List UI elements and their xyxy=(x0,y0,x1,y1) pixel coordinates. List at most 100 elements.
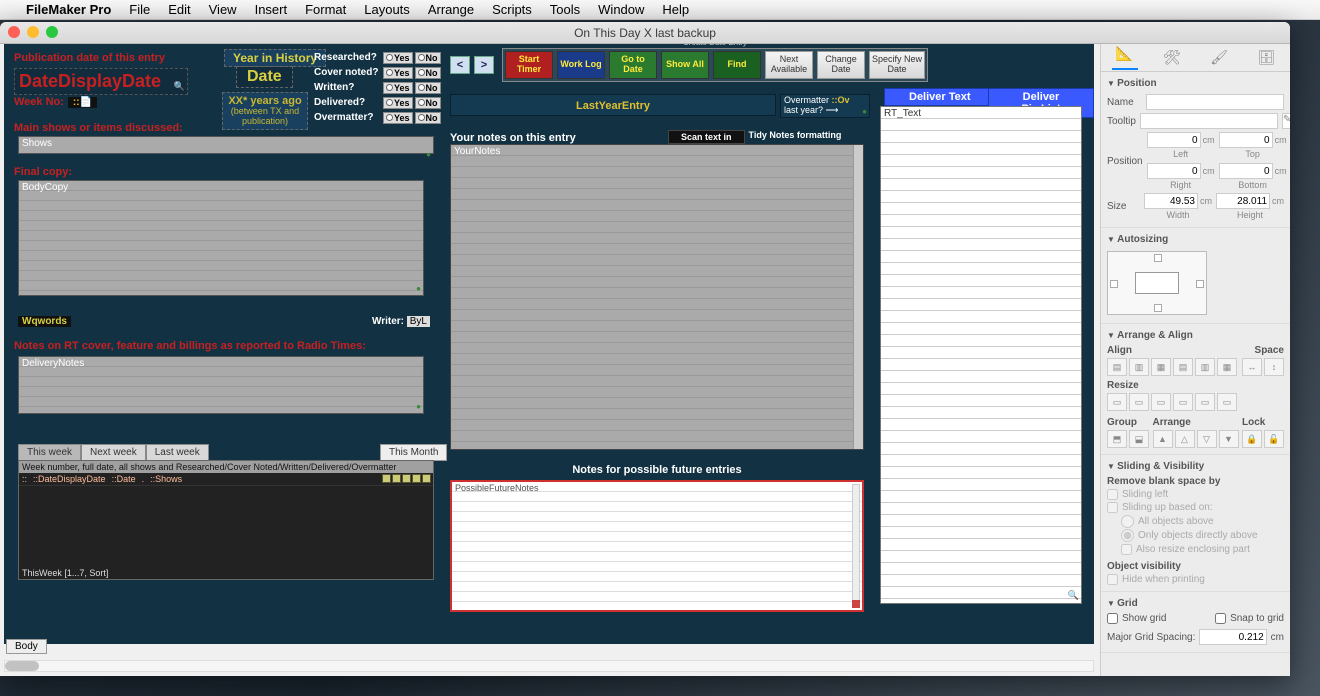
close-icon[interactable] xyxy=(8,26,20,38)
portal-tabs: This week Next week Last week xyxy=(18,444,209,460)
change-date-button[interactable]: Change Date xyxy=(817,51,865,79)
byline-field[interactable]: ByL xyxy=(407,316,430,327)
wrench-icon[interactable]: 🛠 xyxy=(1159,49,1185,66)
layout-canvas[interactable]: Publication date of this entry DateDispl… xyxy=(0,44,1100,676)
menu-layouts[interactable]: Layouts xyxy=(364,2,410,17)
status-researched: Researched?YesNo xyxy=(314,50,441,65)
status-overmatter: Overmatter?YesNo xyxy=(314,110,441,125)
menu-arrange[interactable]: Arrange xyxy=(428,2,474,17)
arrange-section-header[interactable]: Arrange & Align xyxy=(1107,328,1284,343)
tooltip-field[interactable] xyxy=(1140,113,1278,129)
group-buttons: ⬒⬓ xyxy=(1107,430,1149,448)
menu-view[interactable]: View xyxy=(209,2,237,17)
also-resize-checkbox[interactable]: Also resize enclosing part xyxy=(1121,544,1284,555)
left-input[interactable] xyxy=(1147,132,1201,148)
autosizing-section-header[interactable]: Autosizing xyxy=(1107,232,1284,247)
all-above-radio[interactable]: All objects above xyxy=(1121,515,1284,528)
status-cover: Cover noted?YesNo xyxy=(314,65,441,80)
find-button[interactable]: Find xyxy=(713,51,761,79)
menu-format[interactable]: Format xyxy=(305,2,346,17)
menu-insert[interactable]: Insert xyxy=(255,2,288,17)
zoom-icon[interactable] xyxy=(46,26,58,38)
portal-footer: ThisWeek [1...7, Sort] xyxy=(19,567,433,579)
final-copy-label: Final copy: xyxy=(14,166,72,178)
width-input[interactable] xyxy=(1144,193,1198,209)
height-input[interactable] xyxy=(1216,193,1270,209)
unlock-icon[interactable]: 🔓 xyxy=(1264,430,1284,448)
create-date-entry-label: Create Date Entry xyxy=(503,44,927,47)
deliverynotes-field[interactable]: DeliveryNotes xyxy=(18,356,424,414)
menu-scripts[interactable]: Scripts xyxy=(492,2,532,17)
snap-grid-checkbox[interactable]: Snap to grid xyxy=(1215,613,1284,624)
this-month-button[interactable]: This Month xyxy=(380,444,447,461)
lock-icon[interactable]: 🔒 xyxy=(1242,430,1262,448)
bodycopy-field[interactable]: BodyCopy xyxy=(18,180,424,296)
db-icon[interactable]: 🗄 xyxy=(1253,49,1279,66)
pencil-icon[interactable]: ✎ xyxy=(1282,113,1290,129)
tab-this-week[interactable]: This week xyxy=(18,444,81,460)
major-grid-input[interactable] xyxy=(1199,629,1266,645)
body-part-tag[interactable]: Body xyxy=(6,639,47,654)
menu-window[interactable]: Window xyxy=(598,2,644,17)
titlebar: On This Day X last backup xyxy=(0,22,1290,44)
year-in-history-label: Year in History xyxy=(224,49,326,67)
wwords-badge[interactable]: Wqwords xyxy=(18,316,71,327)
portal-row[interactable]: :: ::DateDisplayDate ::Date . ::Shows xyxy=(19,473,433,486)
name-field[interactable] xyxy=(1146,94,1284,110)
ruler-icon[interactable]: 📐 xyxy=(1112,45,1138,70)
main-shows-label: Main shows or items discussed: xyxy=(14,122,183,134)
bottom-input[interactable] xyxy=(1219,163,1273,179)
rttext-field[interactable]: RT_Text xyxy=(880,106,1082,604)
start-timer-button[interactable]: Start Timer xyxy=(505,51,553,79)
menu-help[interactable]: Help xyxy=(662,2,689,17)
specify-new-date-button[interactable]: Specify New Date xyxy=(869,51,925,79)
weekno-badge[interactable]: ::📄 xyxy=(68,97,97,108)
space-buttons: ↔↕ xyxy=(1242,358,1284,376)
autosizing-widget[interactable] xyxy=(1107,251,1207,315)
possiblefuturenotes-field[interactable]: PossibleFutureNotes xyxy=(450,480,864,612)
hide-printing-checkbox[interactable]: Hide when printing xyxy=(1107,574,1284,585)
portal[interactable]: Week number, full date, all shows and Re… xyxy=(18,460,434,580)
future-notes-label: Notes for possible future entries xyxy=(450,464,864,476)
next-button[interactable]: > xyxy=(474,56,494,74)
brush-icon[interactable]: 🖌 xyxy=(1206,49,1232,66)
scroll-down-icon[interactable] xyxy=(852,600,860,608)
lastyearentry-field[interactable]: LastYearEntry xyxy=(450,94,776,116)
h-scrollbar[interactable] xyxy=(4,660,1094,672)
shows-field[interactable]: Shows xyxy=(18,136,434,154)
menu-edit[interactable]: Edit xyxy=(168,2,190,17)
prev-button[interactable]: < xyxy=(450,56,470,74)
menu-file[interactable]: File xyxy=(129,2,150,17)
goto-date-button[interactable]: Go to Date xyxy=(609,51,657,79)
status-written: Written?YesNo xyxy=(314,80,441,95)
deliver-text-button[interactable]: Deliver Text xyxy=(884,88,996,106)
show-grid-checkbox[interactable]: Show grid xyxy=(1107,613,1166,624)
top-input[interactable] xyxy=(1219,132,1273,148)
show-all-button[interactable]: Show All xyxy=(661,51,709,79)
date-field[interactable]: Date xyxy=(236,66,293,88)
minimize-icon[interactable] xyxy=(27,26,39,38)
overmatter-box[interactable]: Overmatter ::Ov last year? ⟶ xyxy=(780,94,870,118)
sliding-up-checkbox[interactable]: Sliding up based on: xyxy=(1107,502,1284,513)
menu-tools[interactable]: Tools xyxy=(550,2,580,17)
your-notes-label: Your notes on this entry xyxy=(450,132,576,144)
resize-buttons: ▭▭▭▭▭▭ xyxy=(1107,393,1284,411)
scrollbar[interactable] xyxy=(853,145,863,449)
right-input[interactable] xyxy=(1147,163,1201,179)
app-menu[interactable]: FileMaker Pro xyxy=(26,2,111,17)
datedisplaydate-field[interactable]: DateDisplayDate xyxy=(14,68,188,95)
system-menubar: FileMaker Pro File Edit View Insert Form… xyxy=(0,0,1320,20)
next-available-button[interactable]: Next Available xyxy=(765,51,813,79)
scan-text-button[interactable]: Scan text in xyxy=(668,130,745,144)
tab-next-week[interactable]: Next week xyxy=(81,444,146,460)
scrollbar[interactable] xyxy=(852,484,860,608)
tab-last-week[interactable]: Last week xyxy=(146,444,209,460)
grid-section-header[interactable]: Grid xyxy=(1107,596,1284,611)
yournotes-field[interactable]: YourNotes xyxy=(450,144,864,450)
position-section-header[interactable]: Position xyxy=(1107,76,1284,91)
sliding-section-header[interactable]: Sliding & Visibility xyxy=(1107,459,1284,474)
tidy-notes-button[interactable]: Tidy Notes formatting xyxy=(749,130,842,144)
sliding-left-checkbox[interactable]: Sliding left xyxy=(1107,489,1284,500)
only-above-radio[interactable]: Only objects directly above xyxy=(1121,529,1284,542)
work-log-button[interactable]: Work Log xyxy=(557,51,605,79)
